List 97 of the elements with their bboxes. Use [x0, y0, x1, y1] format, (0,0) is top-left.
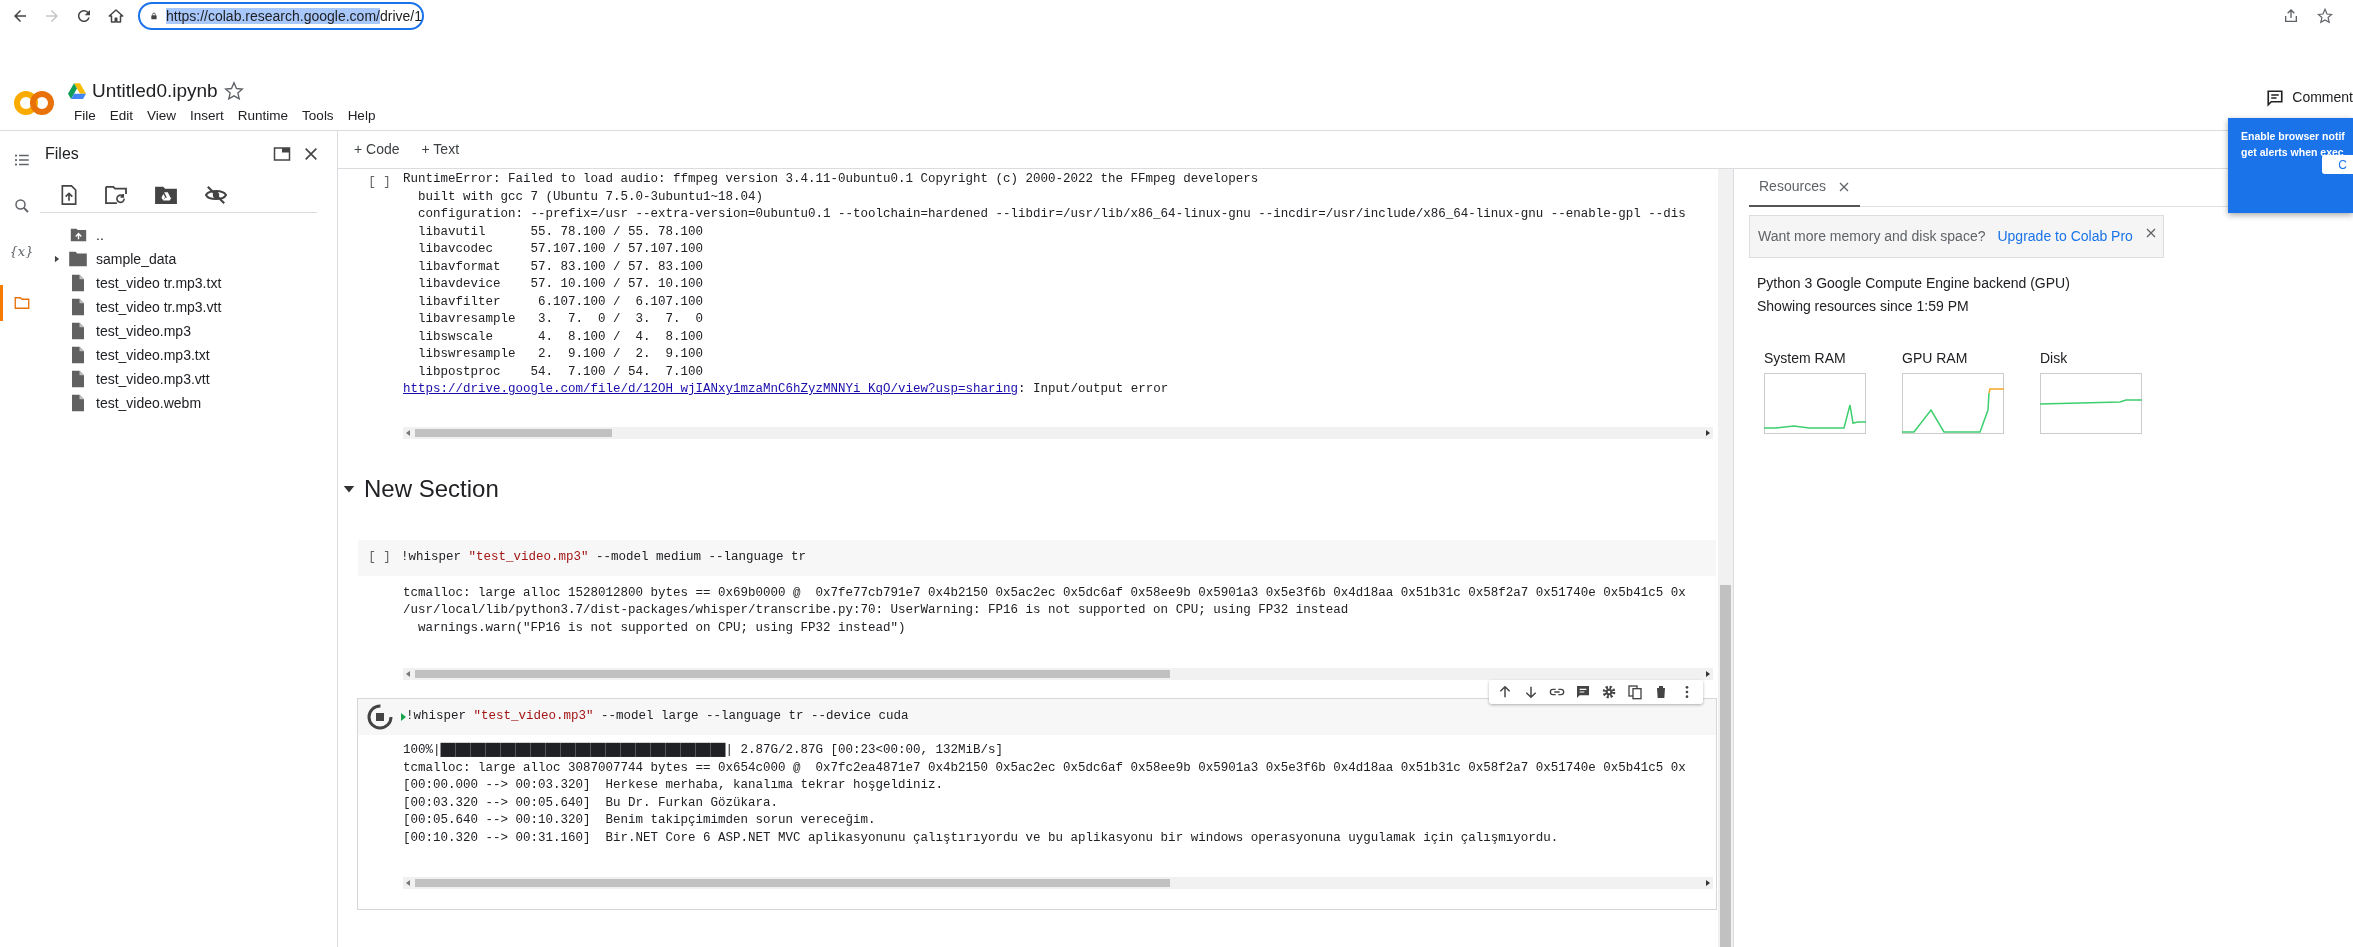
file-icon — [71, 370, 85, 388]
file-icon — [71, 298, 85, 316]
notebook-title[interactable]: Untitled0.ipynb — [92, 76, 218, 106]
reload-icon[interactable] — [75, 7, 93, 25]
output-line: libavdevice 57. 10.100 / 57. 10.100 — [417, 276, 705, 293]
caret-icon — [401, 713, 406, 721]
horizontal-scrollbar[interactable] — [403, 426, 1713, 439]
logo-icon — [13, 89, 55, 116]
file-name[interactable]: test_video tr.mp3.txt — [96, 272, 222, 294]
file-name[interactable]: sample_data — [96, 248, 177, 270]
graph-label: GPU RAM — [1902, 349, 1969, 368]
move-up-icon[interactable] — [1497, 684, 1513, 700]
output-line: libavfilter 6.107.100 / 6.107.100 — [417, 293, 705, 311]
comment-icon — [2266, 88, 2285, 107]
folder-refresh-icon[interactable] — [104, 184, 128, 205]
settings-icon[interactable] — [1601, 684, 1617, 700]
horizontal-scrollbar[interactable] — [403, 668, 1713, 680]
variables-button[interactable]: {x} — [0, 239, 40, 265]
output-line: [00:03.320 --> 00:05.640] Bu Dr. Furkan Gözükara. — [403, 794, 780, 812]
output-line: [00:05.640 --> 00:10.320] Benim takipçimimden sorun vereceğim. — [403, 812, 877, 829]
run-indicator[interactable]: [ ] — [368, 548, 391, 567]
file-name[interactable]: test_video tr.mp3.vtt — [96, 296, 222, 318]
vertical-scrollbar[interactable] — [1718, 169, 1733, 947]
file-name[interactable]: test_video.webm — [96, 392, 202, 414]
menu-item[interactable]: File — [68, 105, 102, 128]
menu-item[interactable]: View — [141, 105, 183, 128]
file-name[interactable]: test_video.mp3.vtt — [96, 368, 210, 390]
output-line: libavutil 55. 78.100 / 55. 78.100 — [417, 223, 705, 241]
output-line: 100%|██████████████████████████████████████| 2.87G/2.87G [00:23<00:00, 132MiB/s] — [403, 742, 1005, 759]
output-line: libswresample 2. 9.100 / 2. 9.100 — [417, 346, 705, 363]
menu-item[interactable]: Help — [341, 105, 382, 128]
menu-item[interactable]: Tools — [296, 105, 340, 128]
close-icon[interactable] — [2145, 227, 2157, 240]
menu-item[interactable]: Insert — [184, 105, 230, 128]
star-icon[interactable] — [223, 81, 244, 101]
file-icon — [71, 322, 85, 340]
drive-icon — [68, 83, 86, 99]
file-icon — [71, 274, 85, 292]
stop-icon[interactable] — [365, 703, 394, 731]
section-heading: New Section — [364, 473, 499, 504]
comment-icon[interactable] — [1575, 684, 1591, 700]
output-line: /usr/local/lib/python3.7/dist-packages/whisper/transcribe.py:70: UserWarning: FP16 is not supported on CPU; using FP32 instead — [403, 602, 1350, 619]
menu-item[interactable]: Edit — [103, 105, 140, 128]
close-icon[interactable] — [303, 146, 319, 162]
output-line: [00:10.320 --> 00:31.160] Bir.NET Core 6 ASP.NET MVC aplikasyonunu çalıştırıyordu ve bu aplikasyonu bir windows operasyonuna uygulamak için çalışmıyordu. — [403, 829, 1560, 847]
drive-folder-icon[interactable] — [154, 184, 178, 205]
lock-icon — [150, 10, 158, 22]
resources-tab[interactable]: Resources — [1749, 168, 1860, 207]
add-cell-button[interactable]: + Code — [346, 137, 408, 162]
code-line[interactable]: !whisper "test_video.mp3" --model medium --language tr — [401, 548, 807, 567]
folder-up-icon — [69, 228, 87, 242]
share-icon[interactable] — [2283, 8, 2299, 24]
output-line: configuration: --prefix=/usr --extra-version=0ubuntu0.1 --toolchain=hardened --libdir=/usr/lib/x86_64-linux-gnu --incdir=/usr/include/x86_64-linux-gnu --enable-gpl --dis — [417, 206, 1687, 223]
add-cell-button[interactable]: + Text — [413, 137, 468, 162]
output-line: libavcodec 57.107.100 / 57.107.100 — [417, 241, 705, 258]
folder-icon — [68, 251, 88, 267]
close-icon[interactable] — [1837, 180, 1850, 193]
star-icon[interactable] — [2317, 8, 2333, 24]
file-icon — [71, 346, 85, 364]
horizontal-scrollbar[interactable] — [403, 877, 1713, 889]
output-line: [00:00.000 --> 00:03.320] Herkese merhaba, kanalıma tekrar hoşgeldiniz. — [403, 777, 945, 794]
code-line[interactable]: !whisper "test_video.mp3" --model large --language tr --device cuda — [406, 708, 909, 726]
output-line: built with gcc 7 (Ubuntu 7.5.0-3ubuntu1~18.04) — [417, 188, 765, 206]
output-line: libswscale 4. 8.100 / 4. 8.100 — [417, 328, 705, 346]
window-icon[interactable] — [273, 146, 291, 162]
backend-label: Python 3 Google Compute Engine backend (GPU) — [1756, 274, 2071, 293]
output-line: tcmalloc: large alloc 3087007744 bytes == 0x654c000 @ 0x7fc2ea4871e7 0x4b2150 0x5ac2ec 0x5dc6af 0x58ee9b 0x5901a3 0x5e3f6b 0x4d18aa 0x51b31c 0x58f2a7 0x51740e 0x5b41c5 0x — [403, 759, 1687, 777]
notification-button[interactable]: C — [2322, 155, 2353, 174]
output-line: libavresample 3. 7. 0 / 3. 7. 0 — [417, 311, 705, 328]
file-name[interactable]: test_video.mp3.txt — [96, 344, 210, 366]
upload-icon[interactable] — [60, 184, 78, 205]
output-line: libavformat 57. 83.100 / 57. 83.100 — [417, 258, 705, 276]
output-line: RuntimeError: Failed to load audio: ffmpeg version 3.4.11-0ubuntu0.1 Copyright (c) 2000-2022 the FFmpeg developers — [403, 171, 1260, 188]
output-line: tcmalloc: large alloc 1528012800 bytes == 0x69b0000 @ 0x7fe77cb791e7 0x4b2150 0x5ac2ec 0x5dc6af 0x58ee9b 0x5901a3 0x5e3f6b 0x4d18aa 0x51b31c 0x58f2a7 0x51740e 0x5b41c5 0x — [403, 584, 1687, 602]
upgrade-link[interactable]: Upgrade to Colab Pro — [1997, 226, 2133, 247]
search-icon[interactable] — [12, 197, 31, 215]
address-bar[interactable]: https://colab.research.google.com/drive/1 — [138, 2, 424, 30]
folder-icon[interactable] — [12, 294, 31, 312]
output-link[interactable]: https://drive.google.com/file/d/12OH_wjIANxy1mzaMnC6hZyzMNNYi_KqO/view?usp=sharing — [403, 382, 1019, 396]
graph-label: System RAM — [1764, 349, 1847, 368]
output-line: : Input/output error — [1018, 382, 1169, 396]
move-down-icon[interactable] — [1523, 684, 1539, 700]
file-icon — [71, 394, 85, 412]
file-name[interactable]: test_video.mp3 — [96, 320, 191, 342]
mirror-icon[interactable] — [1627, 684, 1643, 700]
file-name[interactable]: .. — [96, 224, 104, 246]
panel-title: Files — [45, 144, 79, 164]
home-icon[interactable] — [107, 7, 125, 25]
menu-item[interactable]: Runtime — [231, 105, 295, 128]
output-line: libpostproc 54. 7.100 / 54. 7.100 — [417, 363, 705, 381]
banner-text: Want more memory and disk space? — [1758, 227, 1986, 246]
graph-label: Disk — [2040, 349, 2069, 368]
since-label: Showing resources since 1:59 PM — [1756, 297, 1970, 316]
output-line: warnings.warn("FP16 is not supported on CPU; using FP32 instead") — [417, 619, 907, 637]
run-indicator[interactable]: [ ] — [368, 173, 391, 192]
comment-button[interactable]: Comment — [2292, 87, 2353, 108]
eye-slash-icon[interactable] — [204, 184, 228, 205]
